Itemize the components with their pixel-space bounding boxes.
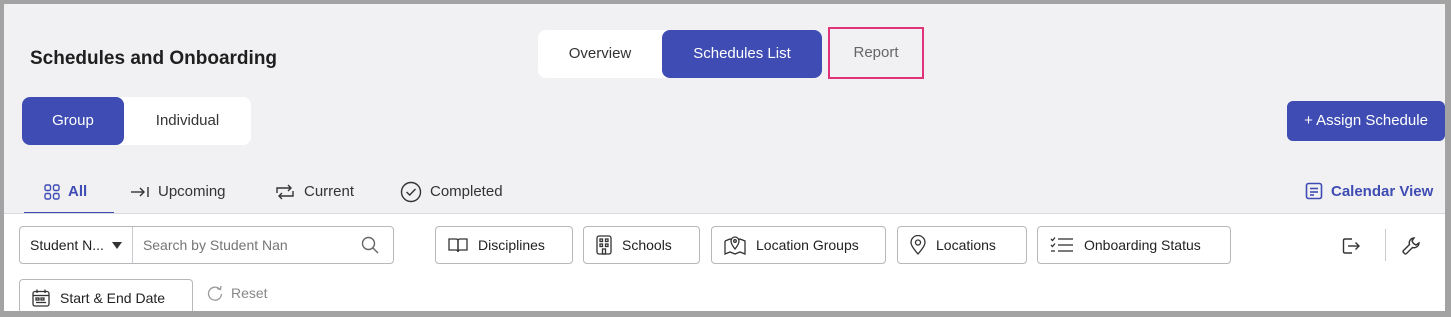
status-tabs: All Upcoming Current Completed bbox=[4, 169, 1445, 215]
location-groups-filter[interactable]: Location Groups bbox=[711, 226, 886, 264]
tab-overview[interactable]: Overview bbox=[538, 30, 662, 78]
arrow-right-bar-icon bbox=[130, 185, 150, 199]
checklist-icon bbox=[1050, 236, 1074, 254]
group-individual-toggle: Group Individual bbox=[22, 97, 251, 145]
calendar-doc-icon bbox=[1305, 182, 1323, 200]
reset-label: Reset bbox=[231, 285, 268, 301]
toolbar-divider bbox=[1385, 229, 1386, 261]
export-icon[interactable] bbox=[1341, 236, 1361, 256]
page-title: Schedules and Onboarding bbox=[30, 48, 278, 69]
wrench-icon[interactable] bbox=[1401, 236, 1421, 256]
group-button[interactable]: Group bbox=[22, 97, 124, 145]
filter-bar: Student N... Disciplines bbox=[4, 214, 1445, 311]
reset-button[interactable]: Reset bbox=[207, 285, 268, 301]
tab-schedules-list[interactable]: Schedules List bbox=[662, 30, 822, 78]
student-search-control: Student N... bbox=[19, 226, 394, 264]
tab-completed[interactable]: Completed bbox=[400, 169, 503, 214]
calendar-icon bbox=[32, 289, 50, 307]
onboarding-status-label: Onboarding Status bbox=[1084, 237, 1201, 253]
locations-filter[interactable]: Locations bbox=[897, 226, 1027, 264]
caret-down-icon bbox=[111, 241, 122, 249]
reset-icon bbox=[207, 285, 223, 301]
app-frame: Schedules and Onboarding Overview Schedu… bbox=[4, 4, 1445, 311]
tab-all[interactable]: All bbox=[44, 169, 87, 214]
tab-current[interactable]: Current bbox=[274, 169, 354, 214]
tab-current-label: Current bbox=[304, 183, 355, 200]
top-tab-group: Overview Schedules List bbox=[538, 30, 822, 78]
schools-filter[interactable]: Schools bbox=[583, 226, 700, 264]
grid-icon bbox=[44, 183, 60, 200]
search-icon[interactable] bbox=[361, 236, 379, 254]
location-pin-icon bbox=[910, 235, 926, 255]
tab-completed-label: Completed bbox=[430, 183, 503, 200]
check-circle-icon bbox=[400, 181, 422, 203]
disciplines-label: Disciplines bbox=[478, 237, 545, 253]
tab-upcoming[interactable]: Upcoming bbox=[130, 169, 226, 214]
tab-all-label: All bbox=[68, 183, 88, 200]
disciplines-filter[interactable]: Disciplines bbox=[435, 226, 573, 264]
search-by-select[interactable]: Student N... bbox=[20, 227, 133, 263]
calendar-view-label: Calendar View bbox=[1331, 182, 1434, 200]
book-icon bbox=[448, 237, 468, 253]
individual-button[interactable]: Individual bbox=[124, 97, 251, 145]
onboarding-status-filter[interactable]: Onboarding Status bbox=[1037, 226, 1231, 264]
schools-label: Schools bbox=[622, 237, 672, 253]
student-search-input[interactable] bbox=[132, 237, 361, 253]
calendar-view-link[interactable]: Calendar View bbox=[1305, 176, 1433, 206]
date-range-filter[interactable]: Start & End Date bbox=[19, 279, 193, 311]
date-range-label: Start & End Date bbox=[60, 290, 166, 306]
cycle-icon bbox=[274, 184, 296, 200]
tab-upcoming-label: Upcoming bbox=[158, 183, 226, 200]
assign-schedule-button[interactable]: + Assign Schedule bbox=[1287, 101, 1445, 141]
building-icon bbox=[596, 235, 612, 255]
location-groups-label: Location Groups bbox=[756, 237, 859, 253]
search-by-value: Student N... bbox=[30, 237, 104, 253]
locations-label: Locations bbox=[936, 237, 996, 253]
map-pin-icon bbox=[724, 235, 746, 255]
tab-report[interactable]: Report bbox=[828, 27, 924, 79]
